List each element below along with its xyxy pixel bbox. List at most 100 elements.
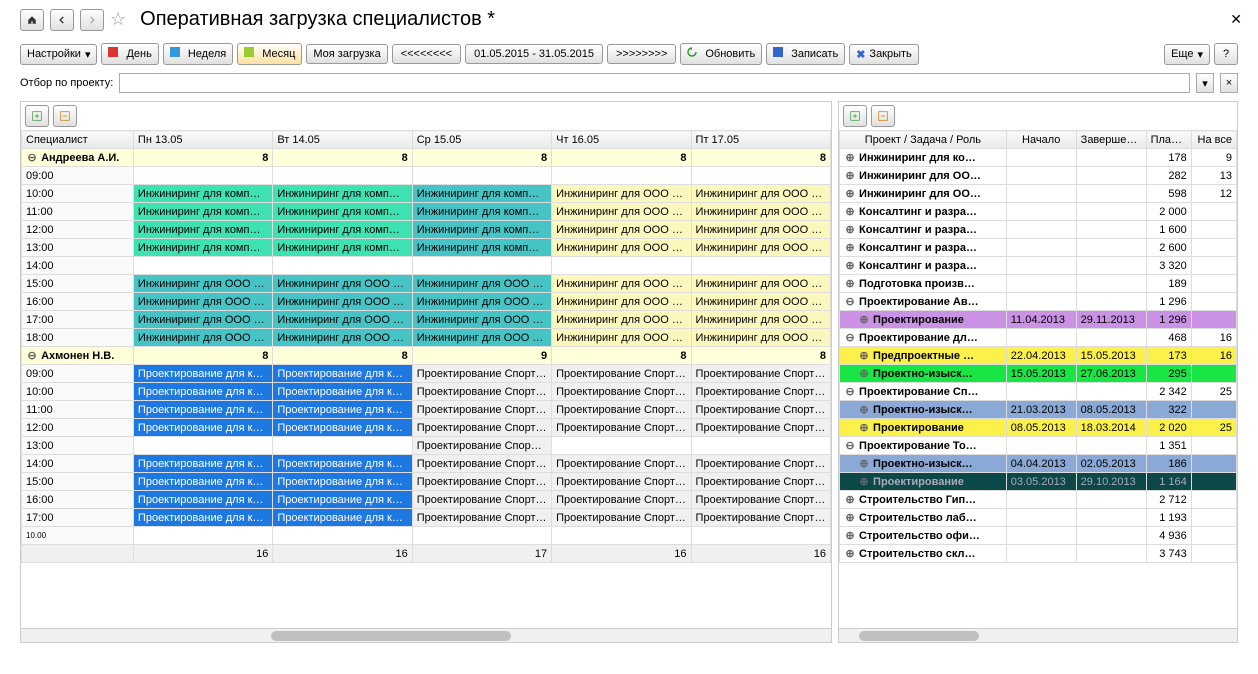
project-row[interactable]: ⊕ Консалтинг и разра…2 600 <box>840 239 1237 257</box>
task-cell[interactable]: Проектирование Спортк… <box>552 383 691 401</box>
task-cell[interactable]: Инжиниринг для ООО "… <box>552 185 691 203</box>
hour-row[interactable]: 15:00Проектирование для к…Проектирование… <box>22 473 831 491</box>
task-cell[interactable]: Инжиниринг для комп… <box>412 203 551 221</box>
project-row[interactable]: ⊕ Строительство скл…3 743 <box>840 545 1237 563</box>
empty-cell[interactable] <box>412 257 551 275</box>
task-cell[interactable]: Инжиниринг для ООО "… <box>552 311 691 329</box>
task-cell[interactable]: Инжиниринг для ООО … <box>273 275 412 293</box>
task-cell[interactable]: Проектирование Спортк… <box>552 491 691 509</box>
forward-button[interactable] <box>80 9 104 31</box>
expand-toggle[interactable]: ⊕ <box>858 475 870 488</box>
hour-row[interactable]: 11:00Проектирование для к…Проектирование… <box>22 401 831 419</box>
home-button[interactable] <box>20 9 44 31</box>
expand-toggle[interactable]: ⊕ <box>844 205 856 218</box>
task-cell[interactable]: Инжиниринг для комп… <box>412 185 551 203</box>
expand-toggle[interactable]: ⊕ <box>858 421 870 434</box>
task-cell[interactable]: Инжиниринг для комп… <box>133 239 272 257</box>
task-cell[interactable]: Инжиниринг для ООО … <box>133 293 272 311</box>
hour-row[interactable]: 11:00Инжиниринг для комп…Инжиниринг для … <box>22 203 831 221</box>
task-cell[interactable]: Проектирование Спортк… <box>552 365 691 383</box>
project-row[interactable]: ⊕ Консалтинг и разра…3 320 <box>840 257 1237 275</box>
task-cell[interactable]: Проектирование Спортк… <box>691 473 830 491</box>
task-cell[interactable]: Проектирование для к… <box>133 401 272 419</box>
more-button[interactable]: Еще▾ <box>1164 44 1210 65</box>
task-cell[interactable]: Инжиниринг для ООО "… <box>691 239 830 257</box>
hour-row[interactable]: 10:00Инжиниринг для комп…Инжиниринг для … <box>22 185 831 203</box>
period-display[interactable]: 01.05.2015 - 31.05.2015 <box>465 44 603 64</box>
header-plan[interactable]: План всего <box>1146 131 1191 149</box>
task-cell[interactable]: Проектирование Спортк… <box>412 365 551 383</box>
filter-clear-button[interactable]: × <box>1220 73 1238 93</box>
header-na[interactable]: На все <box>1191 131 1236 149</box>
collapse-all-button[interactable] <box>53 105 77 127</box>
expand-toggle[interactable]: ⊕ <box>844 493 856 506</box>
hour-row[interactable]: 15:00Инжиниринг для ООО …Инжиниринг для … <box>22 275 831 293</box>
task-cell[interactable]: Проектирование Спортк… <box>412 383 551 401</box>
expand-toggle[interactable]: ⊕ <box>858 349 870 362</box>
period-prev-button[interactable]: <<<<<<<< <box>392 44 461 64</box>
empty-cell[interactable] <box>552 167 691 185</box>
empty-cell[interactable] <box>412 167 551 185</box>
empty-cell[interactable] <box>273 257 412 275</box>
header-day[interactable]: Пт 17.05 <box>691 131 830 149</box>
task-cell[interactable]: Инжиниринг для ООО … <box>273 293 412 311</box>
project-row[interactable]: ⊕ Проектно-изыск…04.04.201302.05.2013186 <box>840 455 1237 473</box>
expand-toggle[interactable]: ⊕ <box>844 151 856 164</box>
hour-row[interactable]: 09:00Проектирование для к…Проектирование… <box>22 365 831 383</box>
task-cell[interactable]: Проектирование для к… <box>273 491 412 509</box>
task-cell[interactable]: Инжиниринг для ООО … <box>133 311 272 329</box>
task-cell[interactable]: Инжиниринг для комп… <box>133 221 272 239</box>
task-cell[interactable]: Инжиниринг для ООО "… <box>552 275 691 293</box>
expand-toggle[interactable]: ⊕ <box>844 169 856 182</box>
header-day[interactable]: Вт 14.05 <box>273 131 412 149</box>
task-cell[interactable]: Инжиниринг для ООО "… <box>552 221 691 239</box>
task-cell[interactable]: Проектирование для к… <box>133 455 272 473</box>
task-cell[interactable]: Проектирование Спортк… <box>552 509 691 527</box>
header-start[interactable]: Начало <box>1006 131 1076 149</box>
task-cell[interactable]: Проектирование для к… <box>133 473 272 491</box>
expand-toggle[interactable]: ⊖ <box>26 151 38 164</box>
specialist-group-row[interactable]: ⊖ Андреева А.И.88888 <box>22 149 831 167</box>
project-row[interactable]: ⊕ Подготовка произв…189 <box>840 275 1237 293</box>
expand-toggle[interactable]: ⊕ <box>858 313 870 326</box>
task-cell[interactable]: Проектирование Спортк… <box>691 383 830 401</box>
task-cell[interactable]: Инжиниринг для комп… <box>412 221 551 239</box>
expand-toggle[interactable]: ⊖ <box>844 331 856 344</box>
task-cell[interactable]: Инжиниринг для ООО … <box>273 329 412 347</box>
week-button[interactable]: Неделя <box>163 43 233 65</box>
expand-toggle[interactable]: ⊕ <box>844 547 856 560</box>
empty-cell[interactable] <box>133 167 272 185</box>
task-cell[interactable]: Инжиниринг для ООО "… <box>691 221 830 239</box>
day-button[interactable]: День <box>101 43 158 65</box>
task-cell[interactable]: Проектирование для к… <box>133 365 272 383</box>
task-cell[interactable]: Инжиниринг для ООО "… <box>691 203 830 221</box>
task-cell[interactable]: Инжиниринг для ООО "… <box>552 239 691 257</box>
task-cell[interactable]: Инжиниринг для комп… <box>133 185 272 203</box>
close-button[interactable]: ✖Закрыть <box>849 44 919 65</box>
task-cell[interactable]: Инжиниринг для ООО "… <box>691 185 830 203</box>
task-cell[interactable]: Проектирование для к… <box>273 473 412 491</box>
collapse-all-right-button[interactable] <box>871 105 895 127</box>
expand-toggle[interactable]: ⊕ <box>844 529 856 542</box>
task-cell[interactable]: Инжиниринг для ООО … <box>412 329 551 347</box>
header-specialist[interactable]: Специалист <box>22 131 134 149</box>
header-project[interactable]: Проект / Задача / Роль <box>840 131 1007 149</box>
task-cell[interactable]: Инжиниринг для комп… <box>273 239 412 257</box>
expand-toggle[interactable]: ⊕ <box>844 511 856 524</box>
empty-cell[interactable] <box>691 167 830 185</box>
expand-all-right-button[interactable] <box>843 105 867 127</box>
project-row[interactable]: ⊕ Консалтинг и разра…1 600 <box>840 221 1237 239</box>
project-row[interactable]: ⊕ Проектирование11.04.201329.11.20131 29… <box>840 311 1237 329</box>
task-cell[interactable]: Проектирование Спортк… <box>412 509 551 527</box>
task-cell[interactable]: Инжиниринг для ООО "… <box>552 293 691 311</box>
empty-cell[interactable] <box>133 437 272 455</box>
task-cell[interactable]: Инжиниринг для ООО "… <box>552 329 691 347</box>
save-button[interactable]: Записать <box>766 43 845 65</box>
empty-cell[interactable] <box>691 437 830 455</box>
my-load-button[interactable]: Моя загрузка <box>306 44 387 64</box>
back-button[interactable] <box>50 9 74 31</box>
project-row[interactable]: ⊖ Проектирование Ав…1 296 <box>840 293 1237 311</box>
task-cell[interactable]: Проектирование Спор… <box>412 437 551 455</box>
task-cell[interactable]: Инжиниринг для комп… <box>133 203 272 221</box>
task-cell[interactable]: Проектирование Спортк… <box>691 419 830 437</box>
